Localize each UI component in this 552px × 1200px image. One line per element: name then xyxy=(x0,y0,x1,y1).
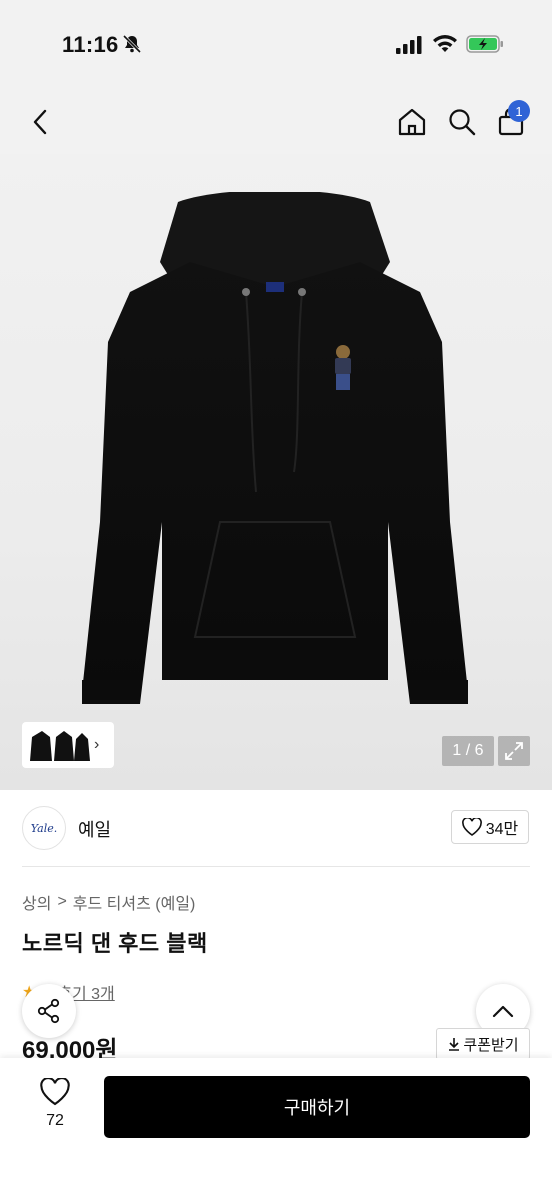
heart-outline-icon xyxy=(461,818,482,836)
back-icon xyxy=(33,109,47,135)
bottom-action-bar: 72 구매하기 xyxy=(0,1058,552,1200)
wishlist-button[interactable]: 72 xyxy=(28,1078,82,1134)
breadcrumb-item-category[interactable]: 상의 xyxy=(22,890,51,914)
brand-like-button[interactable]: 34만 xyxy=(451,810,529,844)
signal-icon xyxy=(396,36,422,54)
chevron-up-icon xyxy=(492,1005,514,1018)
breadcrumb: 상의 > 후드 티셔츠 (예일) xyxy=(22,890,195,914)
status-bar: 11:16 xyxy=(0,0,552,92)
chevron-right-icon: > xyxy=(57,893,67,910)
search-icon xyxy=(449,109,476,136)
brand-row: Yale. 예일 34만 xyxy=(0,790,552,868)
brand-like-count: 34만 xyxy=(485,821,519,838)
thumbnail-strip[interactable]: › xyxy=(22,722,114,768)
breadcrumb-item-subcategory[interactable]: 후드 티셔츠 (예일) xyxy=(73,890,196,914)
bell-muted-icon xyxy=(122,34,142,54)
product-title: 노르딕 댄 후드 블랙 xyxy=(22,931,208,956)
status-time: 11:16 xyxy=(62,32,119,57)
home-icon xyxy=(398,108,426,136)
coupon-label: 쿠폰받기 xyxy=(463,1036,519,1054)
expand-image-button[interactable] xyxy=(498,736,530,766)
download-icon xyxy=(449,1038,460,1051)
home-button[interactable] xyxy=(394,102,430,142)
wifi-icon xyxy=(433,35,457,52)
back-button[interactable] xyxy=(22,104,58,140)
app-header xyxy=(0,92,552,154)
product-hoodie-image xyxy=(82,192,468,704)
brand-logo[interactable]: Yale. xyxy=(22,806,66,850)
expand-icon xyxy=(505,742,523,760)
chevron-right-icon: › xyxy=(94,736,100,753)
cart-count-badge: 1 xyxy=(508,100,530,122)
coupon-button[interactable]: 쿠폰받기 xyxy=(436,1028,530,1060)
battery-charging-icon xyxy=(466,35,503,53)
wishlist-count: 72 xyxy=(46,1112,64,1129)
heart-outline-icon xyxy=(40,1078,70,1106)
divider xyxy=(22,866,530,867)
brand-name[interactable]: 예일 xyxy=(78,816,111,842)
product-image-gallery[interactable]: › 1 / 6 xyxy=(0,154,552,790)
image-page-indicator: 1 / 6 xyxy=(442,736,494,766)
buy-button[interactable]: 구매하기 xyxy=(104,1076,530,1138)
thumbnail-hoodies-image xyxy=(30,731,90,761)
search-button[interactable] xyxy=(444,102,480,142)
share-icon xyxy=(37,998,60,1024)
